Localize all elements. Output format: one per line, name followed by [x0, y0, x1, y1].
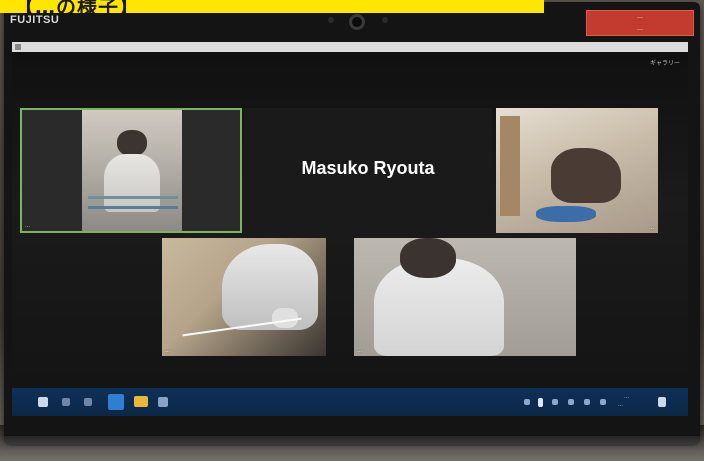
gallery-view-button[interactable]: ギャラリー [650, 58, 680, 67]
windows-taskbar: … … [12, 388, 688, 416]
meeting-gallery: ギャラリー … Masuko Ryouta … … … [12, 52, 688, 388]
participant-name: … [25, 223, 30, 229]
notification-icon[interactable] [658, 397, 666, 407]
explorer-icon[interactable] [134, 396, 148, 407]
video-tile-1[interactable]: … [20, 108, 242, 233]
background-stripe [88, 196, 178, 199]
caption-banner: 【…の様子】 [0, 0, 544, 13]
video-tile-4[interactable]: … [354, 238, 576, 356]
exercise-mat [536, 206, 596, 222]
participant-body [551, 148, 621, 203]
status-sticker: … … [586, 10, 694, 36]
search-icon[interactable] [62, 398, 70, 406]
status-sticker-line1: … [637, 13, 643, 20]
mic-dot-right [382, 17, 388, 23]
clock-time[interactable]: … [624, 394, 629, 400]
pen-icon[interactable] [584, 399, 590, 405]
video-tile-2[interactable]: … [496, 108, 658, 233]
edge-icon[interactable] [108, 394, 124, 410]
participant-head [117, 130, 147, 156]
app-menu-icon[interactable] [15, 44, 21, 50]
active-speaker-name: Masuko Ryouta [301, 158, 435, 178]
participant-body [104, 154, 160, 212]
video-tile-speaker[interactable]: Masuko Ryouta [244, 108, 492, 233]
app-icon[interactable] [158, 397, 168, 407]
participant-body [222, 244, 318, 330]
tray-chevron-icon[interactable] [524, 399, 530, 405]
participant-name: … [649, 225, 654, 231]
clock-date[interactable]: … [618, 402, 623, 408]
laptop-bottom-edge [4, 436, 700, 446]
volume-icon[interactable] [568, 399, 574, 405]
laptop-brand-logo: FUJITSU [10, 14, 60, 26]
participant-name: … [165, 348, 170, 354]
participant-name: … [357, 348, 362, 354]
start-icon[interactable] [38, 397, 48, 407]
status-sticker-line2: … [637, 25, 643, 32]
webcam-icon [349, 14, 365, 30]
video-tile-3[interactable]: … [162, 238, 326, 356]
battery-icon[interactable] [538, 398, 543, 407]
participant-head [400, 238, 456, 278]
mic-dot-left [328, 17, 334, 23]
ime-icon[interactable] [600, 399, 606, 405]
network-icon[interactable] [552, 399, 558, 405]
bookshelf [500, 116, 520, 216]
meeting-app-topbar [12, 42, 688, 52]
caption-text: 【…の様子】 [14, 0, 140, 13]
laptop-screen: ギャラリー … Masuko Ryouta … … … … … [12, 42, 688, 416]
task-view-icon[interactable] [84, 398, 92, 406]
background-stripe [88, 206, 178, 209]
